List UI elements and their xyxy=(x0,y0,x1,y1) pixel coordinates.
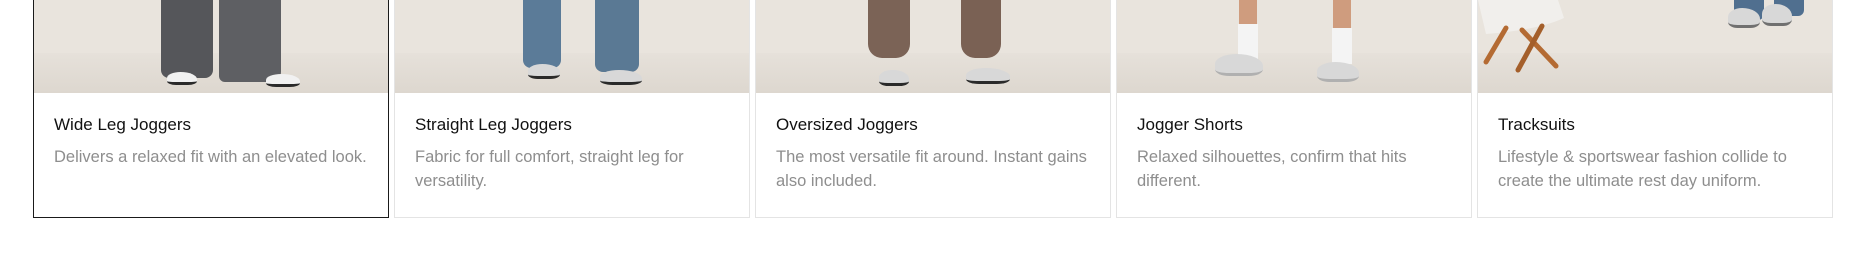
card-title[interactable]: Wide Leg Joggers xyxy=(54,115,368,135)
jogger-shorts-photo[interactable] xyxy=(1117,0,1471,93)
category-card-straight-leg-joggers[interactable]: Straight Leg Joggers Fabric for full com… xyxy=(394,0,750,218)
card-description: Delivers a relaxed fit with an elevated … xyxy=(54,148,367,166)
card-title[interactable]: Tracksuits xyxy=(1498,115,1812,135)
card-description: Relaxed silhouettes, confirm that hits d… xyxy=(1137,148,1407,190)
sneaker-icon xyxy=(966,68,1010,84)
category-card-wide-leg-joggers[interactable]: Wide Leg Joggers Delivers a relaxed fit … xyxy=(33,0,389,218)
sneaker-icon xyxy=(879,70,909,86)
tracksuits-photo[interactable] xyxy=(1478,0,1832,93)
category-card-jogger-shorts[interactable]: Jogger Shorts Relaxed silhouettes, confi… xyxy=(1116,0,1472,218)
sneaker-icon xyxy=(1728,8,1760,28)
card-description: Lifestyle & sportswear fashion collide t… xyxy=(1498,148,1787,190)
sneaker-icon xyxy=(600,70,642,85)
straight-leg-joggers-photo[interactable] xyxy=(395,0,749,93)
card-description: Fabric for full comfort, straight leg fo… xyxy=(415,148,684,190)
card-title[interactable]: Oversized Joggers xyxy=(776,115,1090,135)
sneaker-icon xyxy=(528,64,560,79)
sneaker-icon xyxy=(167,72,197,85)
card-description: The most versatile fit around. Instant g… xyxy=(776,148,1087,190)
category-card-tracksuits[interactable]: Tracksuits Lifestyle & sportswear fashio… xyxy=(1477,0,1833,218)
wide-leg-joggers-photo[interactable] xyxy=(34,0,388,93)
sneaker-icon xyxy=(1215,54,1263,76)
sneaker-icon xyxy=(1317,62,1359,82)
sneaker-icon xyxy=(266,74,300,87)
card-title[interactable]: Jogger Shorts xyxy=(1137,115,1451,135)
category-card-oversized-joggers[interactable]: Oversized Joggers The most versatile fit… xyxy=(755,0,1111,218)
oversized-joggers-photo[interactable] xyxy=(756,0,1110,93)
sneaker-icon xyxy=(1762,4,1792,26)
category-card-row: Wide Leg Joggers Delivers a relaxed fit … xyxy=(33,0,1833,218)
card-title[interactable]: Straight Leg Joggers xyxy=(415,115,729,135)
